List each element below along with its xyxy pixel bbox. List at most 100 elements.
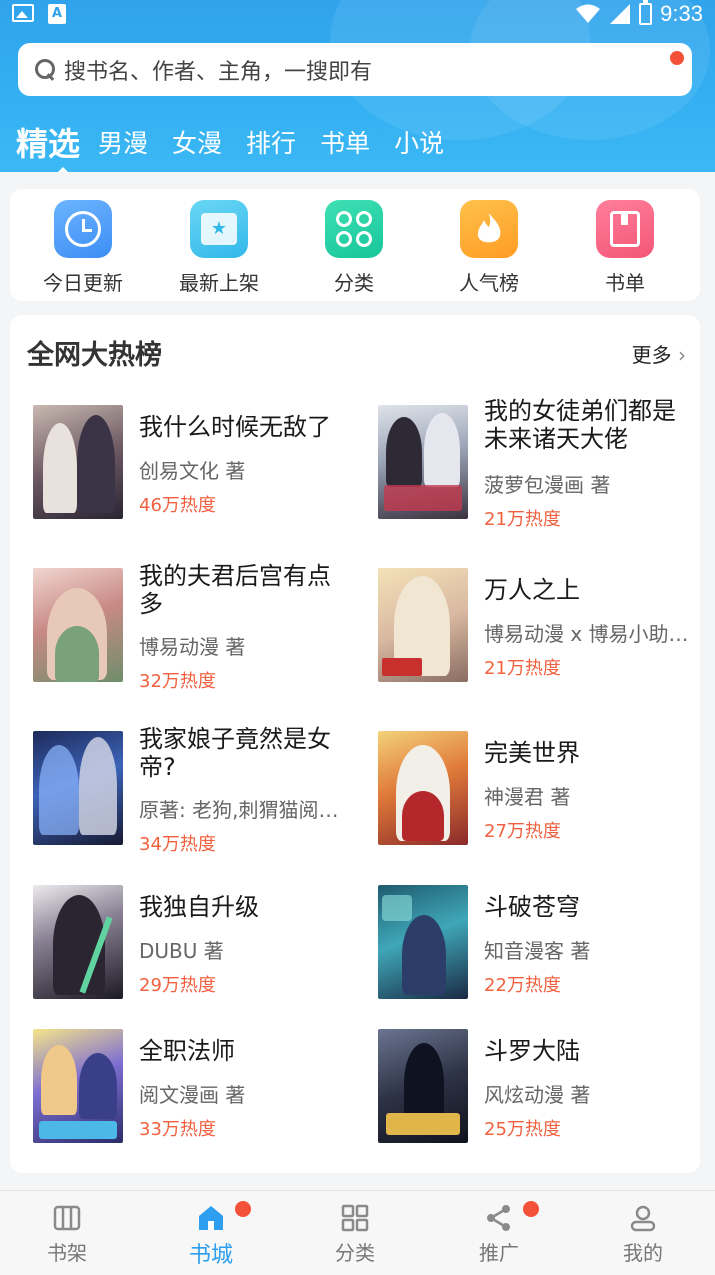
book-item[interactable]: 我的女徒弟们都是未来诸天大佬 菠萝包漫画 著 21万热度	[378, 397, 713, 530]
quick-entries: 今日更新 ★ 最新上架 分类 人气榜 书单	[10, 189, 700, 301]
bookshelf-icon	[17, 1203, 117, 1233]
book-heat: 25万热度	[484, 1119, 561, 1140]
booklist-icon	[596, 200, 654, 258]
badge-dot	[523, 1201, 539, 1217]
book-item[interactable]: 我家娘子竟然是女帝? 原著: 老狗,刺猬猫阅… 34万热度	[33, 725, 368, 855]
book-author: 原著: 老狗,刺猬猫阅…	[139, 798, 339, 822]
book-title: 我的女徒弟们都是未来诸天大佬	[484, 397, 676, 453]
book-title: 斗罗大陆	[484, 1037, 580, 1065]
nav-bookshelf[interactable]: 书架	[17, 1203, 117, 1266]
book-title: 斗破苍穹	[484, 893, 580, 921]
quick-entry-label: 最新上架	[179, 271, 259, 295]
nav-label: 书城	[188, 1243, 233, 1268]
section-title: 全网大热榜	[27, 340, 162, 371]
book-title: 我独自升级	[139, 893, 259, 921]
book-cover	[378, 731, 468, 845]
new-shelf-icon: ★	[190, 200, 248, 258]
quick-entry-label: 今日更新	[43, 271, 123, 295]
book-author: 博易动漫 著	[139, 635, 246, 659]
book-title: 我什么时候无敌了	[139, 413, 331, 441]
book-heat: 21万热度	[484, 658, 561, 679]
book-heat: 21万热度	[484, 509, 561, 530]
book-item[interactable]: 万人之上 博易动漫 x 博易小助… 21万热度	[378, 568, 713, 688]
book-heat: 46万热度	[139, 495, 216, 516]
status-bar: A 9:33	[0, 0, 715, 30]
more-label: 更多	[631, 343, 672, 367]
quick-entry-new-shelf[interactable]: ★ 最新上架	[159, 200, 279, 296]
battery-icon	[639, 0, 653, 25]
quick-entry-today-update[interactable]: 今日更新	[23, 200, 143, 296]
book-title: 我家娘子竟然是女帝?	[139, 725, 331, 781]
clock-icon	[54, 200, 112, 258]
nav-bookstore[interactable]: 书城	[161, 1201, 261, 1269]
book-heat: 32万热度	[139, 671, 216, 692]
nav-label: 书架	[47, 1241, 87, 1265]
nav-label: 我的	[623, 1241, 663, 1265]
book-author: 创易文化 著	[139, 459, 246, 483]
tab-booklist[interactable]: 书单	[320, 124, 370, 164]
search-bar[interactable]: 搜书名、作者、主角，一搜即有	[18, 43, 692, 96]
flame-icon	[460, 200, 518, 258]
book-cover	[33, 405, 123, 519]
tab-indicator	[54, 167, 72, 172]
book-title: 全职法师	[139, 1037, 235, 1065]
book-heat: 27万热度	[484, 821, 561, 842]
book-cover	[378, 405, 468, 519]
wifi-icon	[576, 4, 601, 23]
top-tabs: 精选 男漫 女漫 排行 书单 小说	[16, 116, 468, 172]
book-item[interactable]: 斗破苍穹 知音漫客 著 22万热度	[378, 885, 713, 1005]
book-cover	[378, 1029, 468, 1143]
category-icon	[325, 200, 383, 258]
nav-profile[interactable]: 我的	[593, 1203, 693, 1266]
book-item[interactable]: 完美世界 神漫君 著 27万热度	[378, 731, 713, 851]
user-icon	[593, 1203, 693, 1233]
home-icon	[161, 1201, 261, 1233]
hot-list-card: 全网大热榜 更多 › 我什么时候无敌了 创易文化 著 46万热度 我的女徒弟们都…	[10, 315, 700, 1173]
quick-entry-label: 人气榜	[459, 271, 519, 295]
grid-icon	[305, 1203, 405, 1233]
bottom-nav: 书架 书城 分类 推广 我的	[0, 1190, 715, 1275]
quick-entry-category[interactable]: 分类	[294, 200, 414, 296]
nav-promote[interactable]: 推广	[449, 1201, 549, 1266]
tab-ranking[interactable]: 排行	[246, 124, 296, 164]
tab-novel[interactable]: 小说	[394, 124, 444, 164]
book-item[interactable]: 我独自升级 DUBU 著 29万热度	[33, 885, 368, 1005]
badge-dot	[235, 1201, 251, 1217]
signal-icon	[610, 4, 631, 24]
header: A 9:33 搜书名、作者、主角，一搜即有 精选 男漫 女漫 排行 书单 小说	[0, 0, 715, 172]
book-author: DUBU 著	[139, 939, 224, 963]
book-author: 阅文漫画 著	[139, 1083, 246, 1107]
tab-label: 精选	[16, 125, 81, 163]
quick-entry-label: 分类	[334, 271, 374, 295]
book-item[interactable]: 我的夫君后宫有点多 博易动漫 著 32万热度	[33, 562, 368, 692]
more-link[interactable]: 更多 ›	[632, 339, 686, 368]
book-heat: 29万热度	[139, 975, 216, 996]
book-item[interactable]: 斗罗大陆 风炫动漫 著 25万热度	[378, 1029, 713, 1149]
tab-male-comics[interactable]: 男漫	[98, 124, 148, 164]
book-author: 知音漫客 著	[484, 939, 591, 963]
chevron-right-icon: ›	[678, 343, 686, 367]
image-notification-icon	[12, 4, 34, 22]
nav-category[interactable]: 分类	[305, 1203, 405, 1266]
tab-female-comics[interactable]: 女漫	[172, 124, 222, 164]
book-cover	[378, 568, 468, 682]
book-item[interactable]: 我什么时候无敌了 创易文化 著 46万热度	[33, 405, 368, 525]
book-title: 万人之上	[484, 576, 580, 604]
quick-entry-booklist[interactable]: 书单	[565, 200, 685, 296]
font-notification-icon: A	[48, 4, 66, 24]
clock-time: 9:33	[660, 1, 703, 26]
book-heat: 22万热度	[484, 975, 561, 996]
book-cover	[33, 731, 123, 845]
book-title: 完美世界	[484, 739, 580, 767]
book-author: 菠萝包漫画 著	[484, 473, 611, 497]
book-title: 我的夫君后宫有点多	[139, 562, 331, 618]
book-item[interactable]: 全职法师 阅文漫画 著 33万热度	[33, 1029, 368, 1149]
book-cover	[33, 568, 123, 682]
nav-label: 分类	[335, 1241, 375, 1265]
tab-featured[interactable]: 精选	[16, 124, 81, 172]
book-cover	[378, 885, 468, 999]
quick-entry-popularity[interactable]: 人气榜	[429, 200, 549, 296]
book-cover	[33, 1029, 123, 1143]
quick-entry-label: 书单	[605, 271, 645, 295]
nav-label: 推广	[479, 1241, 519, 1265]
